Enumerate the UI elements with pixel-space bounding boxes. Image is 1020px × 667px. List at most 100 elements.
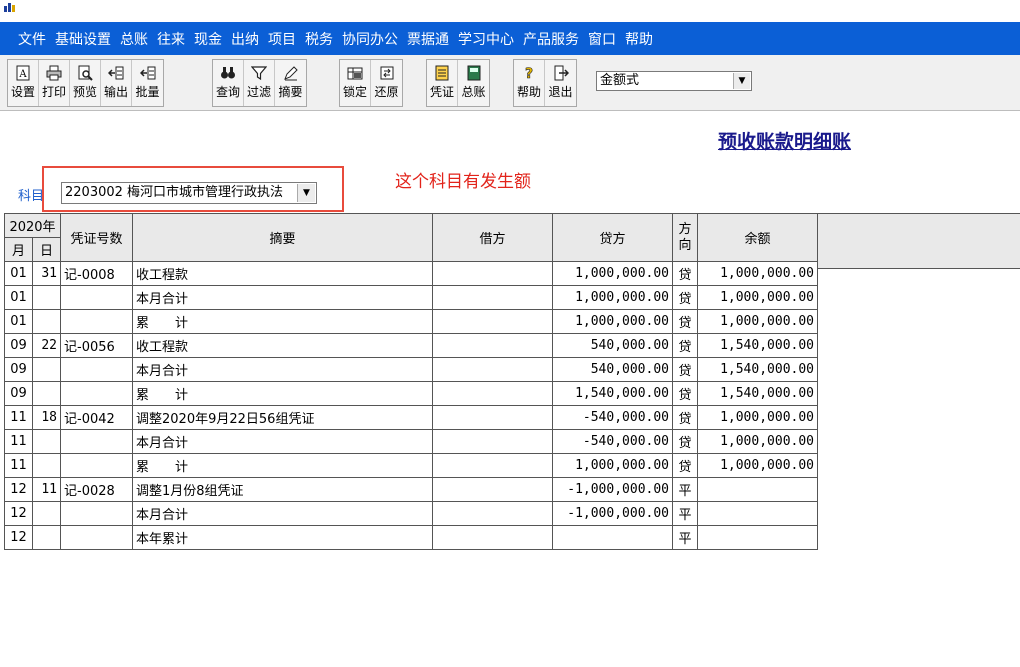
toolbar-group-query: 查询 过滤 摘要: [212, 59, 307, 107]
row-direction: 贷: [672, 333, 698, 358]
table-row[interactable]: 09 累 计 1,540,000.00 贷 1,540,000.00: [4, 381, 818, 406]
row-credit: -1,000,000.00: [552, 477, 673, 502]
table-row[interactable]: 11 本月合计 -540,000.00 贷 1,000,000.00: [4, 429, 818, 454]
menu-window[interactable]: 窗口: [588, 29, 616, 49]
row-direction: 贷: [672, 285, 698, 310]
menu-cash[interactable]: 现金: [194, 29, 222, 49]
row-debit: [432, 381, 553, 406]
menu-receivables[interactable]: 往来: [157, 29, 185, 49]
menu-help[interactable]: 帮助: [625, 29, 653, 49]
row-direction: 平: [672, 501, 698, 526]
row-balance: 1,000,000.00: [697, 309, 818, 334]
row-day: [32, 453, 61, 478]
toolbar: A 设置 打印 预览 输出 批量 查询 过滤 摘要 锁定 还原 凭证 总账 ? …: [0, 55, 1020, 111]
row-summary: 调整1月份8组凭证: [132, 477, 433, 502]
ledger-table: 2020年 凭证号数 摘要 借方 贷方 方向 余额 月 日 01 31 记-0008…: [4, 213, 818, 550]
amount-format-value: 金额式: [600, 73, 640, 88]
export-button[interactable]: 输出: [101, 60, 132, 106]
print-preview-icon: [78, 65, 93, 81]
row-month: 09: [4, 357, 33, 382]
voucher-button[interactable]: 凭证: [427, 60, 458, 106]
help-button[interactable]: ? 帮助: [514, 60, 545, 106]
header-debit: 借方: [432, 213, 553, 262]
table-row[interactable]: 12 本月合计 -1,000,000.00 平: [4, 501, 818, 526]
batch-label: 批量: [135, 85, 160, 99]
menu-tax[interactable]: 税务: [305, 29, 333, 49]
lock-column-icon: [347, 67, 363, 80]
menu-cashier[interactable]: 出纳: [231, 29, 259, 49]
summary-button[interactable]: 摘要: [275, 60, 306, 106]
menu-general-ledger[interactable]: 总账: [120, 29, 148, 49]
row-day: [32, 285, 61, 310]
header-direction: 方向: [672, 213, 698, 262]
row-voucher: [60, 381, 133, 406]
toolbar-group-help: ? 帮助 退出: [513, 59, 577, 107]
row-balance: 1,000,000.00: [697, 453, 818, 478]
row-voucher: [60, 525, 133, 550]
table-row[interactable]: 11 累 计 1,000,000.00 贷 1,000,000.00: [4, 453, 818, 478]
table-row[interactable]: 12 11 记-0028 调整1月份8组凭证 -1,000,000.00 平: [4, 477, 818, 502]
table-row[interactable]: 09 22 记-0056 收工程款 540,000.00 贷 1,540,000.00: [4, 333, 818, 358]
menu-learning[interactable]: 学习中心: [458, 29, 514, 49]
svg-text:?: ?: [525, 66, 533, 81]
row-credit: 1,000,000.00: [552, 285, 673, 310]
table-row[interactable]: 11 18 记-0042 调整2020年9月22日56组凭证 -540,000.00 贷 1…: [4, 405, 818, 430]
row-balance: 1,000,000.00: [697, 405, 818, 430]
row-debit: [432, 453, 553, 478]
row-direction: 贷: [672, 381, 698, 406]
row-month: 01: [4, 309, 33, 334]
export-label: 输出: [103, 85, 128, 99]
table-row[interactable]: 01 31 记-0008 收工程款 1,000,000.00 贷 1,000,000.00: [4, 261, 818, 286]
voucher-icon: [435, 65, 449, 81]
row-debit: [432, 261, 553, 286]
amount-format-select[interactable]: 金额式 ▼: [596, 71, 752, 91]
row-credit: 540,000.00: [552, 333, 673, 358]
filter-icon: [251, 66, 267, 81]
table-row[interactable]: 09 本月合计 540,000.00 贷 1,540,000.00: [4, 357, 818, 382]
row-credit: 1,540,000.00: [552, 381, 673, 406]
row-day: [32, 381, 61, 406]
batch-button[interactable]: 批量: [132, 60, 163, 106]
table-row[interactable]: 01 累 计 1,000,000.00 贷 1,000,000.00: [4, 309, 818, 334]
menu-project[interactable]: 项目: [268, 29, 296, 49]
row-day: 18: [32, 405, 61, 430]
settings-button[interactable]: A 设置: [8, 60, 39, 106]
exit-button[interactable]: 退出: [545, 60, 576, 106]
row-direction: 贷: [672, 357, 698, 382]
menu-file[interactable]: 文件: [18, 29, 46, 49]
row-voucher: [60, 429, 133, 454]
table-row[interactable]: 12 本年累计 平: [4, 525, 818, 550]
row-voucher: 记-0008: [60, 261, 133, 286]
restore-button[interactable]: 还原: [371, 60, 402, 106]
row-summary: 累 计: [132, 381, 433, 406]
menu-bills[interactable]: 票据通: [407, 29, 449, 49]
lock-button[interactable]: 锁定: [340, 60, 371, 106]
menu-basic-settings[interactable]: 基础设置: [55, 29, 111, 49]
row-debit: [432, 501, 553, 526]
restore-icon: [380, 66, 393, 80]
binoculars-icon: [221, 67, 235, 79]
page-setup-icon: A: [16, 65, 30, 81]
ledger-button[interactable]: 总账: [458, 60, 489, 106]
dropdown-arrow-icon[interactable]: ▼: [733, 73, 750, 89]
row-voucher: [60, 357, 133, 382]
row-month: 01: [4, 261, 33, 286]
print-button[interactable]: 打印: [39, 60, 70, 106]
preview-button[interactable]: 预览: [70, 60, 101, 106]
row-day: 22: [32, 333, 61, 358]
menu-products[interactable]: 产品服务: [523, 29, 579, 49]
row-debit: [432, 309, 553, 334]
query-button[interactable]: 查询: [213, 60, 244, 106]
export-icon: [108, 66, 124, 80]
row-day: [32, 501, 61, 526]
row-summary: 收工程款: [132, 333, 433, 358]
menu-office[interactable]: 协同办公: [342, 29, 398, 49]
filter-button[interactable]: 过滤: [244, 60, 275, 106]
row-balance: [697, 525, 818, 550]
voucher-label: 凭证: [429, 85, 454, 99]
title-bar: [0, 0, 1020, 22]
exit-door-icon: [554, 65, 569, 81]
row-month: 11: [4, 429, 33, 454]
table-row[interactable]: 01 本月合计 1,000,000.00 贷 1,000,000.00: [4, 285, 818, 310]
svg-text:A: A: [18, 69, 27, 80]
